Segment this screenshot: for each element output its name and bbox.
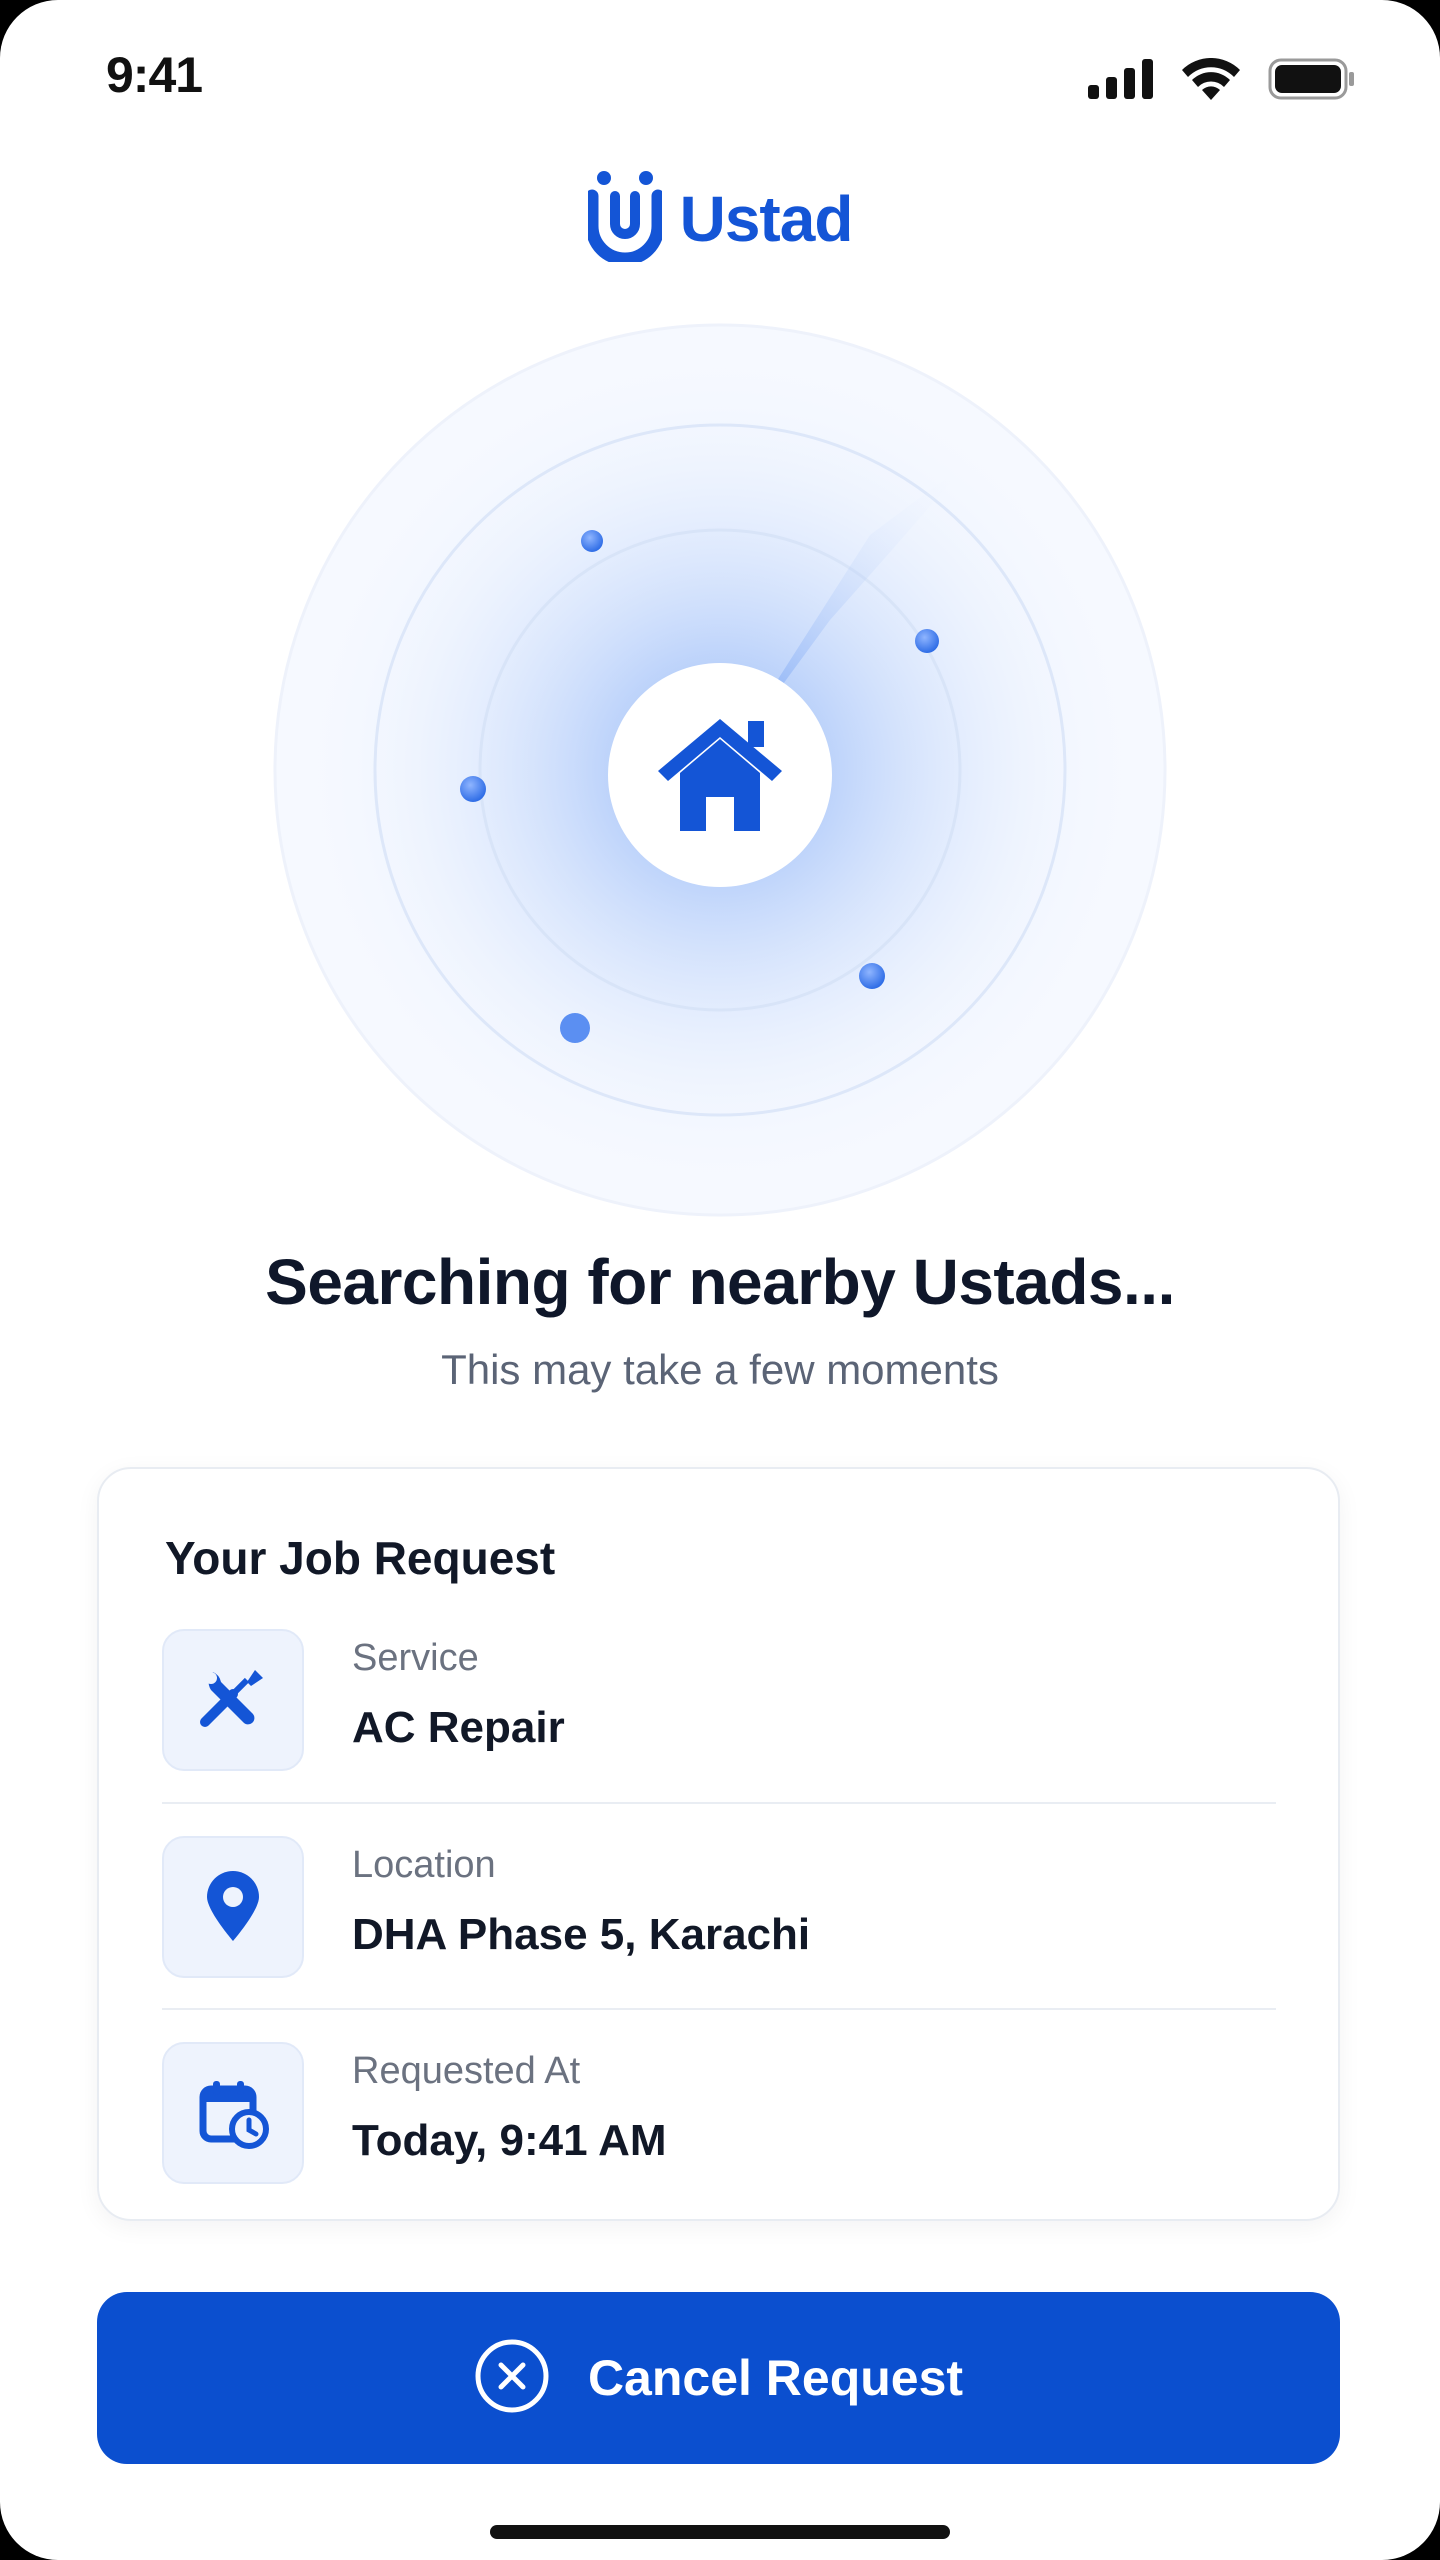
status-bar: 9:41 [0, 0, 1440, 160]
provider-dot [560, 1013, 590, 1043]
provider-dot [581, 530, 603, 552]
wifi-icon [1182, 58, 1240, 100]
cancel-request-label: Cancel Request [587, 2350, 964, 2406]
radar-search-animation [270, 320, 1170, 1220]
row-divider [162, 2008, 1276, 2010]
calendar-clock-icon [162, 2042, 304, 2184]
ustad-logo-icon [585, 170, 665, 267]
status-time: 9:41 [106, 47, 203, 103]
tools-icon [162, 1629, 304, 1771]
job-row-location: Location DHA Phase 5, Karachi [162, 1836, 1276, 1978]
provider-dot [460, 776, 486, 802]
requested-at-label: Requested At [352, 2050, 581, 2092]
close-circle-icon [474, 2338, 550, 2419]
requested-at-value: Today, 9:41 AM [352, 2116, 667, 2165]
cancel-request-button[interactable]: Cancel Request [97, 2292, 1340, 2464]
provider-dot [915, 629, 939, 653]
job-row-requested-at: Requested At Today, 9:41 AM [162, 2042, 1276, 2184]
brand-name: Ustad [679, 182, 854, 255]
provider-dot [859, 963, 885, 989]
search-status-title: Searching for nearby Ustads... [265, 1246, 1175, 1318]
location-value: DHA Phase 5, Karachi [352, 1910, 811, 1959]
service-label: Service [352, 1637, 479, 1679]
location-pin-icon [162, 1836, 304, 1978]
home-indicator[interactable] [490, 2525, 950, 2539]
job-request-card: Your Job Request Service AC Repair Locat… [97, 1467, 1340, 2221]
service-value: AC Repair [352, 1703, 565, 1752]
signal-icon [1088, 59, 1154, 99]
status-icons [1088, 58, 1356, 100]
job-row-service: Service AC Repair [162, 1629, 1276, 1771]
brand-logo: Ustad [0, 170, 1440, 267]
location-label: Location [352, 1844, 496, 1886]
battery-icon [1268, 58, 1356, 100]
row-divider [162, 1802, 1276, 1804]
search-status-subtitle: This may take a few moments [441, 1346, 999, 1393]
job-request-title: Your Job Request [165, 1532, 556, 1584]
screen: 9:41 Ustad Searching for nearby Ustads..… [0, 0, 1440, 2560]
